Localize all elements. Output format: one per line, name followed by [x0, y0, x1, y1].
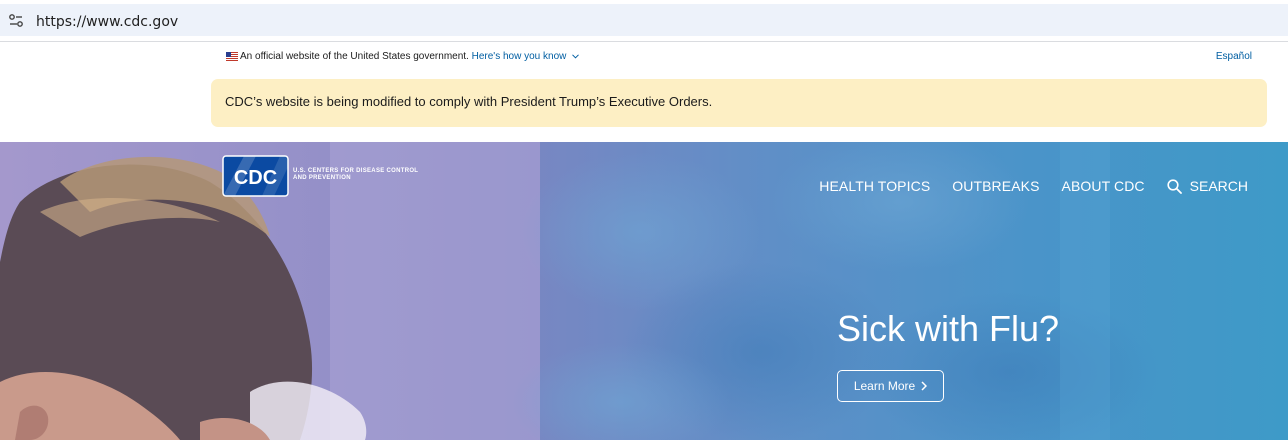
url-text[interactable]: https://www.cdc.gov — [36, 14, 178, 30]
alert-banner: CDC’s website is being modified to compl… — [211, 79, 1267, 127]
us-flag-icon — [226, 52, 238, 61]
espanol-link[interactable]: Español — [1216, 51, 1252, 62]
browser-address-bar: https://www.cdc.gov — [0, 0, 1288, 42]
nav-health-topics[interactable]: HEALTH TOPICS — [819, 178, 930, 194]
hero-section: CDC U.S. CENTERS FOR DISEASE CONTROL AND… — [0, 142, 1288, 440]
heres-how-you-know-link[interactable]: Here's how you know — [472, 51, 580, 62]
official-gov-banner: An official website of the United States… — [0, 43, 1288, 71]
logo-subtitle: U.S. CENTERS FOR DISEASE CONTROL AND PRE… — [293, 168, 419, 181]
search-button[interactable]: SEARCH — [1167, 178, 1248, 194]
learn-more-label[interactable]: Learn More — [854, 379, 915, 393]
logo-text: CDC — [234, 167, 277, 189]
gov-banner-statement: An official website of the United States… — [240, 51, 469, 62]
chevron-right-icon[interactable] — [921, 381, 928, 391]
learn-more-button[interactable]: Learn More — [837, 370, 944, 402]
nav-outbreaks[interactable]: OUTBREAKS — [952, 178, 1039, 194]
hero-title: Sick with Flu? — [837, 308, 1060, 349]
chevron-down-icon[interactable] — [572, 54, 579, 59]
cdc-logo[interactable]: CDC — [222, 155, 289, 197]
search-label[interactable]: SEARCH — [1190, 178, 1248, 194]
gov-banner-text: An official website of the United States… — [240, 51, 579, 62]
alert-text: CDC’s website is being modified to compl… — [225, 94, 713, 109]
tune-icon[interactable] — [8, 13, 24, 29]
search-icon[interactable] — [1167, 178, 1182, 194]
heres-how-you-know-label[interactable]: Here's how you know — [472, 51, 567, 62]
nav-about-cdc[interactable]: ABOUT CDC — [1062, 178, 1145, 194]
main-nav: HEALTH TOPICS OUTBREAKS ABOUT CDC SEARCH — [797, 178, 1248, 194]
url-field[interactable]: https://www.cdc.gov — [0, 4, 1288, 36]
